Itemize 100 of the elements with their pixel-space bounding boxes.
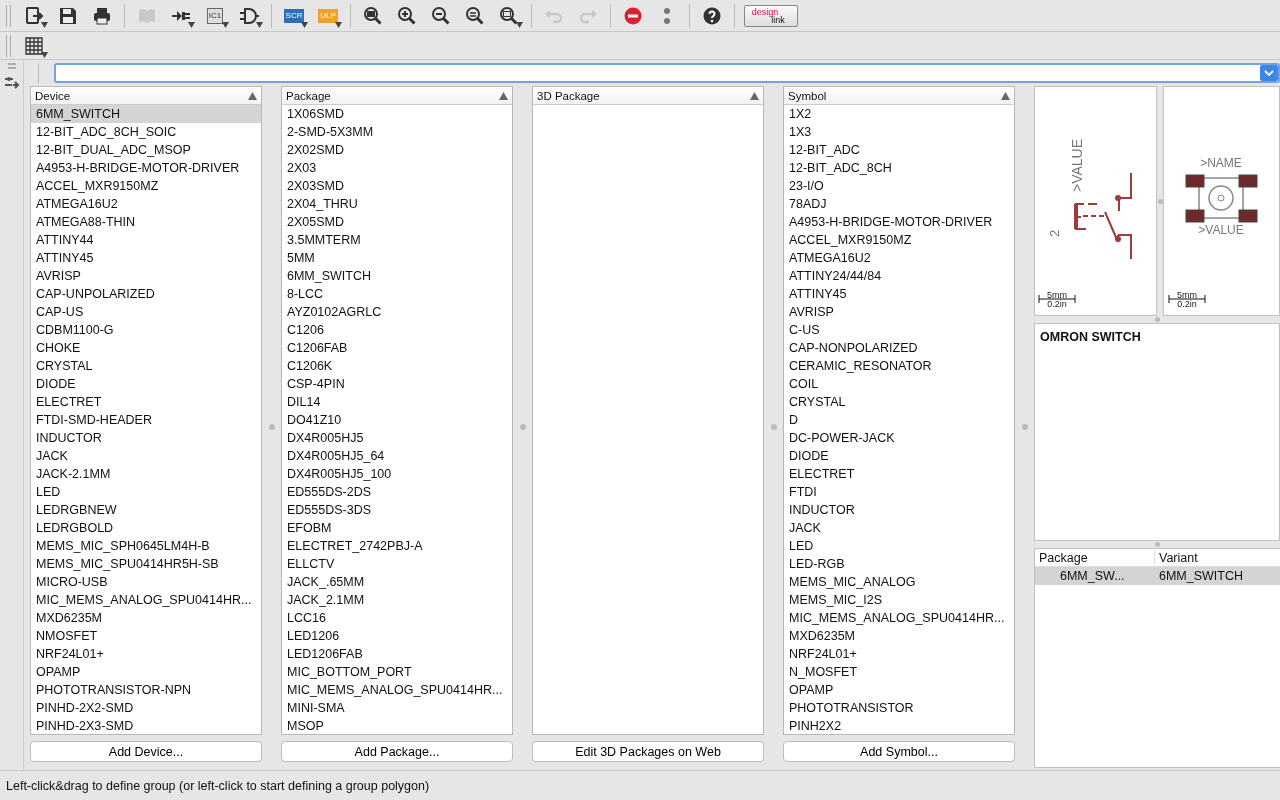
list-item[interactable]: MIC_MEMS_ANALOG_SPU0414HR... (784, 609, 1014, 627)
list-item[interactable]: ATTINY44 (31, 231, 261, 249)
list-item[interactable]: LEDRGBNEW (31, 501, 261, 519)
list-item[interactable]: DO41Z10 (282, 411, 512, 429)
column-header[interactable]: 3D Package (537, 89, 600, 102)
list-item[interactable]: 2X03SMD (282, 177, 512, 195)
sort-icon[interactable] (750, 91, 759, 100)
list-item[interactable]: OPAMP (784, 681, 1014, 699)
list-item[interactable]: CSP-4PIN (282, 375, 512, 393)
list-item[interactable]: AVRISP (31, 267, 261, 285)
list-item[interactable]: MIC_MEMS_ANALOG_SPU0414HR... (282, 681, 512, 699)
list-item[interactable]: ELECTRET_2742PBJ-A (282, 537, 512, 555)
splitter-handle[interactable] (1021, 424, 1028, 430)
splitter-handle[interactable] (1154, 542, 1160, 547)
list-item[interactable]: ATTINY45 (31, 249, 261, 267)
list-item[interactable]: MSOP (282, 717, 512, 734)
list-item[interactable]: 23-I/O (784, 177, 1014, 195)
list-item[interactable]: DC-POWER-JACK (784, 429, 1014, 447)
list-item[interactable]: CDBM1100-G (31, 321, 261, 339)
splitter-handle[interactable] (770, 424, 777, 430)
list-item[interactable]: CRYSTAL (784, 393, 1014, 411)
list-item[interactable]: DIODE (784, 447, 1014, 465)
list-item[interactable]: CHOKE (31, 339, 261, 357)
list-item[interactable]: ELECTRET (31, 393, 261, 411)
list-item[interactable]: CAP-UNPOLARIZED (31, 285, 261, 303)
list-item[interactable]: 5MM (282, 249, 512, 267)
list-item[interactable]: NRF24L01+ (784, 645, 1014, 663)
list-item[interactable]: 78ADJ (784, 195, 1014, 213)
list-item[interactable]: INDUCTOR (31, 429, 261, 447)
list-item[interactable]: PINH2X2 (784, 717, 1014, 734)
column-header[interactable]: Symbol (788, 89, 827, 102)
list-item[interactable]: ELECTRET (784, 465, 1014, 483)
list-item[interactable]: CAP-US (31, 303, 261, 321)
splitter-handle[interactable] (519, 424, 526, 430)
list-item[interactable]: ACCEL_MXR9150MZ (784, 231, 1014, 249)
add-button[interactable]: Edit 3D Packages on Web (532, 741, 764, 762)
list-item[interactable]: JACK-2.1MM (31, 465, 261, 483)
list-item[interactable]: 2X04_THRU (282, 195, 512, 213)
list-item[interactable]: MINI-SMA (282, 699, 512, 717)
list-item[interactable]: 12-BIT_ADC (784, 141, 1014, 159)
list-item[interactable]: CRYSTAL (31, 357, 261, 375)
list-item[interactable]: EFOBM (282, 519, 512, 537)
list-item[interactable]: A4953-H-BRIDGE-MOTOR-DRIVER (31, 159, 261, 177)
table-row[interactable]: 6MM_SW... 6MM_SWITCH (1035, 567, 1280, 585)
list-item[interactable]: COIL (784, 375, 1014, 393)
list-item[interactable]: MXD6235M (31, 609, 261, 627)
list-item[interactable]: 6MM_SWITCH (31, 105, 261, 123)
command-field[interactable] (54, 63, 1280, 83)
splitter-handle[interactable] (268, 424, 275, 430)
list-item[interactable]: LED (31, 483, 261, 501)
command-icon[interactable] (3, 76, 20, 90)
list-item[interactable]: JACK_2.1MM (282, 591, 512, 609)
list-item[interactable]: ATMEGA16U2 (784, 249, 1014, 267)
list-item[interactable]: FTDI (784, 483, 1014, 501)
list-item[interactable]: JACK_.65MM (282, 573, 512, 591)
list-item[interactable]: LED1206 (282, 627, 512, 645)
list-item[interactable]: MXD6235M (784, 627, 1014, 645)
list-item[interactable]: 1X06SMD (282, 105, 512, 123)
list-item[interactable]: OPAMP (31, 663, 261, 681)
list-item[interactable]: CERAMIC_RESONATOR (784, 357, 1014, 375)
column-header[interactable]: Variant (1155, 550, 1198, 565)
list-item[interactable]: JACK (31, 447, 261, 465)
chip-button[interactable]: IC1 (198, 1, 232, 30)
column-header[interactable]: Package (1035, 550, 1155, 565)
list-item[interactable]: INDUCTOR (784, 501, 1014, 519)
splitter-handle[interactable] (1157, 198, 1163, 204)
list-item[interactable]: ATMEGA88-THIN (31, 213, 261, 231)
sort-icon[interactable] (248, 91, 257, 100)
list-item[interactable]: 3.5MMTERM (282, 231, 512, 249)
list-item[interactable]: AVRISP (784, 303, 1014, 321)
list-item[interactable]: A4953-H-BRIDGE-MOTOR-DRIVER (784, 213, 1014, 231)
list-item[interactable]: AYZ0102AGRLC (282, 303, 512, 321)
list-item[interactable]: MEMS_MIC_ANALOG (784, 573, 1014, 591)
list-item[interactable]: C1206 (282, 321, 512, 339)
column-header[interactable]: Device (35, 89, 71, 102)
list-item[interactable]: DX4R005HJ5_64 (282, 447, 512, 465)
list-item[interactable]: MEMS_MIC_SPU0414HR5H-SB (31, 555, 261, 573)
list-item[interactable]: C1206K (282, 357, 512, 375)
list-item[interactable]: 2-SMD-5X3MM (282, 123, 512, 141)
list-item[interactable]: N_MOSFET (784, 663, 1014, 681)
add-button[interactable]: Add Package... (281, 741, 513, 762)
design-link-button[interactable]: design link (744, 4, 798, 27)
list-item[interactable]: 1X3 (784, 123, 1014, 141)
list-item[interactable]: C1206FAB (282, 339, 512, 357)
list-item[interactable]: 2X05SMD (282, 213, 512, 231)
list-item[interactable]: FTDI-SMD-HEADER (31, 411, 261, 429)
list-item[interactable]: 1X2 (784, 105, 1014, 123)
list-item[interactable]: JACK (784, 519, 1014, 537)
sort-icon[interactable] (499, 91, 508, 100)
list-item[interactable]: PINHD-2X3-SMD (31, 717, 261, 734)
list-item[interactable]: ATTINY24/44/84 (784, 267, 1014, 285)
list-item[interactable]: CAP-NONPOLARIZED (784, 339, 1014, 357)
list-item[interactable]: C-US (784, 321, 1014, 339)
list-item[interactable]: ED555DS-2DS (282, 483, 512, 501)
list-item[interactable]: LED1206FAB (282, 645, 512, 663)
list-item[interactable]: LCC16 (282, 609, 512, 627)
splitter-handle[interactable] (1154, 317, 1160, 322)
list-item[interactable]: 2X02SMD (282, 141, 512, 159)
list-item[interactable]: PHOTOTRANSISTOR (784, 699, 1014, 717)
list-item[interactable]: 6MM_SWITCH (282, 267, 512, 285)
